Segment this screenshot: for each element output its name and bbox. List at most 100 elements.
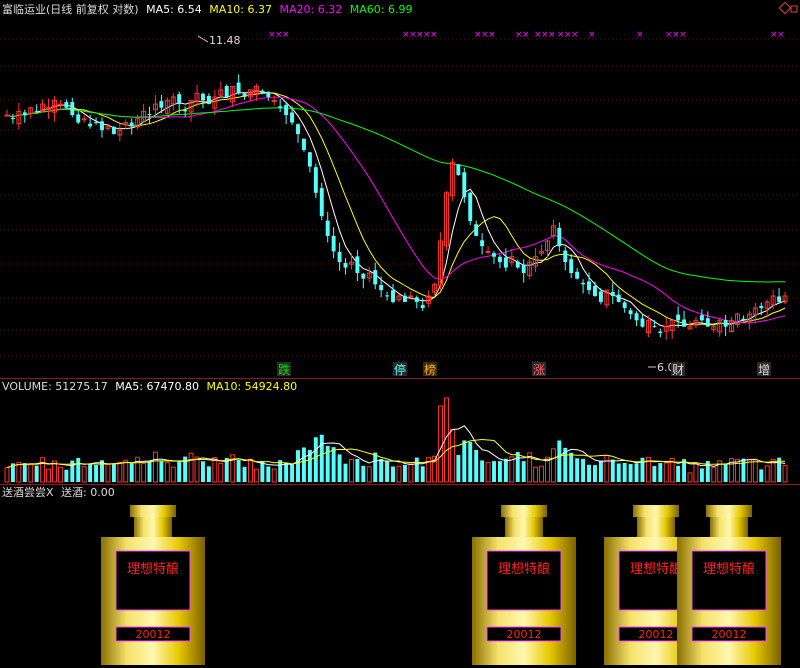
event-label-zeng: 增 — [758, 363, 770, 377]
candle-body-down — [503, 257, 508, 268]
signal-marker-7: × — [636, 30, 644, 40]
candle-body-up — [485, 250, 491, 253]
candle-body-down — [587, 281, 591, 291]
jar-code-label: 20012 — [507, 628, 542, 641]
jar-neck — [134, 517, 172, 537]
candle-body-down — [759, 305, 764, 308]
volume-bar-down — [652, 466, 657, 482]
volume-bar-up — [4, 467, 10, 483]
candle-body-down — [575, 271, 580, 279]
candle-body-down — [634, 313, 639, 321]
volume-bar-down — [129, 463, 134, 482]
candle-body-down — [521, 264, 526, 274]
volume-bar-up — [46, 468, 52, 483]
stock-title[interactable]: 富临运业(日线 前复权 对数) — [2, 3, 139, 16]
indicator-header: 送酒尝尝X 送酒: 0.00 — [2, 486, 119, 500]
ma20-value: MA20: 6.32 — [279, 3, 343, 16]
volume-bar-down — [319, 434, 324, 482]
candle-body-down — [10, 118, 15, 120]
volume-bar-down — [313, 437, 318, 482]
jar-label-window — [691, 550, 767, 611]
volume-bar-down — [420, 466, 425, 482]
volume-bar-down — [557, 440, 562, 482]
volume-value: VOLUME: 51275.17 — [2, 380, 108, 393]
volume-bar-down — [492, 461, 496, 482]
volume-bar-down — [76, 457, 81, 482]
jar-code-label: 20012 — [136, 628, 171, 641]
candle-body-down — [266, 91, 271, 97]
candle-body-down — [296, 124, 300, 135]
volume-header: VOLUME: 51275.17 MA5: 67470.80 MA10: 549… — [2, 380, 301, 394]
candle-body-down — [682, 319, 687, 327]
volume-bar-down — [402, 464, 407, 482]
candle-body-down — [379, 284, 384, 291]
volume-bar-up — [396, 465, 402, 483]
candle-body-down — [337, 251, 342, 263]
signal-marker-6: × — [588, 30, 596, 40]
volume-bar-down — [575, 458, 580, 482]
volume-bar-down — [22, 463, 27, 482]
candle-body-down — [557, 227, 562, 247]
volume-bar-down — [634, 463, 639, 482]
window-corner-icon[interactable] — [778, 1, 792, 15]
candle-body-down — [581, 282, 586, 285]
candle-body-up — [81, 118, 87, 121]
volume-bar-up — [687, 472, 693, 483]
signal-marker-3: × — [522, 30, 530, 40]
volume-bar-down — [587, 464, 591, 482]
volume-bar-up — [782, 464, 788, 483]
candle-body-down — [652, 326, 657, 328]
volume-bar-up — [40, 457, 46, 483]
candle-body-down — [361, 273, 366, 279]
volume-bar-down — [296, 450, 300, 482]
event-label-ting: 停 — [394, 362, 406, 377]
candle-body-down — [343, 263, 348, 268]
volume-bar-up — [170, 466, 176, 483]
candle-body-down — [331, 235, 336, 252]
volume-bar-down — [278, 460, 283, 482]
jar-brand-label: 理想特酿 — [630, 561, 682, 577]
volume-bar-up — [485, 461, 491, 483]
candle-body-down — [224, 86, 229, 97]
event-label-bang: 榜 — [424, 362, 436, 377]
indicator-name[interactable]: 送酒尝尝X — [2, 486, 54, 499]
ma10-value: MA10: 6.37 — [209, 3, 273, 16]
candle-body-down — [777, 296, 782, 302]
volume-bar-down — [94, 464, 99, 482]
volume-bar-down — [610, 459, 615, 482]
signal-marker-9: × — [777, 30, 785, 40]
jar-code-label: 20012 — [712, 628, 747, 641]
candle-body-down — [147, 114, 152, 116]
volume-bar-down — [503, 458, 508, 482]
candle-body-down — [129, 122, 134, 127]
candle-body-down — [658, 331, 663, 334]
volume-bar-up — [533, 466, 539, 483]
volume-bar-up — [152, 451, 158, 483]
candle-body-up — [408, 295, 414, 298]
price-header: 富临运业(日线 前复权 对数) MA5: 6.54 MA10: 6.37 MA2… — [2, 3, 416, 17]
volume-bar-up — [164, 462, 170, 483]
signal-markers: × × × × × × × × × × × × × × × × × × × × × × × × × × — [268, 30, 785, 40]
candle-body-down — [111, 126, 116, 135]
candle-body-down — [307, 152, 312, 167]
candle-body-down — [622, 302, 627, 308]
ma20-line — [6, 96, 786, 324]
wine-jar: 理想特酿 20012 — [472, 505, 576, 665]
jar-cap — [706, 505, 752, 517]
volume-bar-down — [361, 465, 366, 482]
signal-marker-5: × — [571, 30, 579, 40]
candle-body-down — [206, 95, 211, 105]
volume-bar-down — [177, 461, 182, 482]
wine-jar-indicator: 理想特酿 20012 理想特酿 20012 理想特酿 20012 理想特酿 20012 — [101, 505, 781, 665]
window-corner-icon-2[interactable] — [790, 5, 798, 13]
volume-bar-up — [449, 429, 455, 483]
wine-jar: 理想特酿 20012 — [101, 505, 205, 665]
volume-bar-up — [16, 462, 22, 483]
jar-cap — [130, 505, 176, 517]
signal-marker-4: × — [548, 30, 556, 40]
volume-indicator-divider — [0, 484, 800, 485]
candle-body-down — [462, 172, 467, 198]
candle-body-down — [64, 102, 69, 108]
candle-body-down — [236, 82, 241, 94]
volume-bar-down — [741, 458, 746, 482]
